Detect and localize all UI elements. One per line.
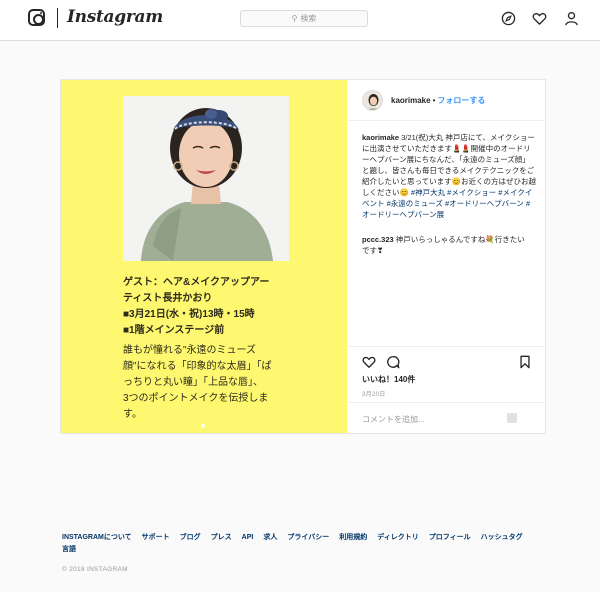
logo-separator bbox=[57, 8, 58, 28]
footer-link[interactable]: プロフィール bbox=[429, 532, 471, 544]
search-icon: ⚲ bbox=[291, 14, 298, 23]
guest-line: ティスト長井かおり bbox=[123, 293, 213, 304]
avatar-image bbox=[363, 91, 382, 110]
bookmark-icon[interactable] bbox=[518, 355, 532, 369]
comment-bubble-icon[interactable] bbox=[386, 355, 400, 369]
more-options-icon[interactable] bbox=[507, 413, 517, 423]
footer-link[interactable]: 利用規約 bbox=[339, 532, 367, 544]
post-caption: kaorimake 3/21(祝)大丸 神戸店にて、メイクショーに出演させていた… bbox=[362, 132, 536, 220]
guest-info: ゲスト：ヘア&メイクアップアー ティスト長井かおり ■3月21日(水・祝)13時… bbox=[123, 275, 303, 339]
footer-link[interactable]: ディレクトリ bbox=[377, 532, 419, 544]
guest-line: ■1階メインステージ前 bbox=[123, 325, 225, 336]
guest-line: ゲスト：ヘア&メイクアップアー bbox=[123, 277, 270, 288]
top-navigation-bar: Instagram ⚲ 検索 bbox=[0, 0, 600, 41]
footer-link[interactable]: ブログ bbox=[180, 532, 201, 544]
comment-input[interactable]: コメントを追加... bbox=[362, 414, 425, 425]
search-placeholder: 検索 bbox=[300, 14, 317, 23]
like-heart-icon[interactable] bbox=[362, 355, 376, 369]
footer-link[interactable]: サポート bbox=[142, 532, 170, 544]
desc-line: す。 bbox=[123, 409, 142, 420]
heart-icon[interactable] bbox=[532, 11, 547, 26]
footer-link[interactable]: INSTAGRAMについて bbox=[62, 532, 132, 544]
footer-link[interactable]: 求人 bbox=[263, 532, 277, 544]
footer-link[interactable]: API bbox=[242, 532, 254, 544]
follow-button[interactable]: フォローする bbox=[437, 96, 485, 105]
separator-dot: • bbox=[432, 96, 436, 105]
search-input[interactable]: ⚲ 検索 bbox=[240, 10, 368, 27]
post-actions bbox=[348, 346, 546, 369]
carousel-dot bbox=[201, 424, 205, 428]
likes-count[interactable]: いいね！140件 bbox=[362, 374, 415, 385]
footer-link[interactable]: ハッシュタグ bbox=[481, 532, 523, 544]
footer-link[interactable]: 言語 bbox=[62, 544, 76, 556]
post-username-row: kaorimake • フォローする bbox=[391, 95, 485, 106]
username-link[interactable]: kaorimake bbox=[391, 96, 431, 105]
post-card: ゲスト：ヘア&メイクアップアー ティスト長井かおり ■3月21日(水・祝)13時… bbox=[60, 79, 546, 434]
guest-line: ■3月21日(水・祝)13時・15時 bbox=[123, 309, 255, 320]
footer-link[interactable]: プライバシー bbox=[287, 532, 329, 544]
avatar[interactable] bbox=[362, 90, 383, 111]
desc-line: 顔"になれる「印象的な太眉」「ぱ bbox=[123, 361, 272, 372]
woman-portrait-image bbox=[123, 96, 289, 261]
post-sidebar: kaorimake • フォローする kaorimake 3/21(祝)大丸 神戸店… bbox=[348, 80, 546, 433]
post-date: 3月20日 bbox=[362, 392, 386, 398]
desc-line: っちりと丸い瞳」「上品な唇」、 bbox=[123, 377, 263, 388]
instagram-glyph-icon[interactable] bbox=[28, 9, 45, 26]
guest-description: 誰もが憧れる"永遠のミューズ 顔"になれる「印象的な太眉」「ぱ っちりと丸い瞳」… bbox=[123, 343, 303, 423]
desc-line: 誰もが憧れる"永遠のミューズ bbox=[123, 345, 257, 356]
comment-item: pccc.323 神戸いらっしゃるんですね💐行きたいです❣ bbox=[362, 234, 532, 256]
add-comment-bar: コメントを追加... bbox=[348, 402, 546, 433]
desc-line: 3つのポイントメイクを伝授しま bbox=[123, 393, 269, 404]
profile-icon[interactable] bbox=[564, 11, 579, 26]
post-header: kaorimake • フォローする bbox=[348, 80, 546, 121]
comment-username[interactable]: pccc.323 bbox=[362, 235, 394, 244]
footer-link[interactable]: プレス bbox=[211, 532, 232, 544]
caption-username[interactable]: kaorimake bbox=[362, 133, 399, 142]
instagram-wordmark[interactable]: Instagram bbox=[67, 7, 163, 27]
compass-icon[interactable] bbox=[501, 11, 516, 26]
copyright-text: © 2018 INSTAGRAM bbox=[62, 566, 128, 573]
post-media[interactable]: ゲスト：ヘア&メイクアップアー ティスト長井かおり ■3月21日(水・祝)13時… bbox=[61, 80, 347, 433]
guest-photo bbox=[123, 96, 289, 261]
footer-links: INSTAGRAMについて サポート ブログ プレス API 求人 プライバシー 利用規約 ディ… bbox=[62, 532, 542, 556]
